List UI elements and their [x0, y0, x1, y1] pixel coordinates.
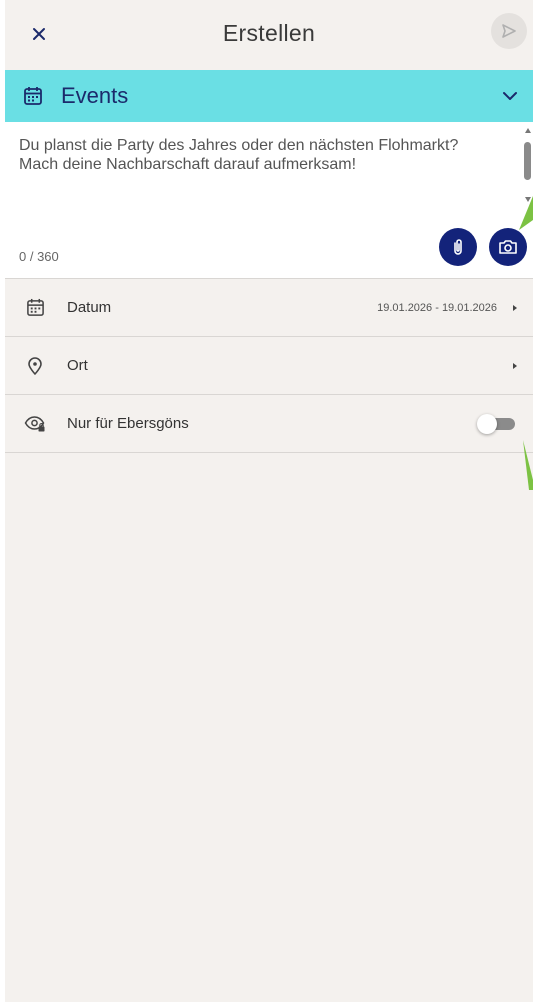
toggle-thumb [477, 413, 497, 434]
chevron-right-icon [513, 362, 517, 369]
top-bar: Erstellen [5, 0, 533, 70]
calendar-icon [24, 87, 42, 105]
chevron-down-icon[interactable] [501, 90, 519, 102]
visibility-toggle[interactable] [477, 413, 517, 434]
visibility-row: Nur für Ebersgöns [5, 394, 533, 453]
send-icon [502, 24, 516, 38]
location-pin-icon [28, 356, 42, 375]
scroll-thumb[interactable] [524, 142, 531, 180]
chevron-right-icon [513, 304, 517, 311]
compose-area: Du planst die Party des Jahres oder den … [5, 122, 533, 278]
page-title: Erstellen [222, 19, 316, 46]
location-label: Ort [67, 357, 88, 374]
message-textarea[interactable]: Du planst die Party des Jahres oder den … [19, 136, 489, 174]
category-label: Events [61, 83, 129, 108]
date-value: 19.01.2026 - 19.01.2026 [377, 301, 497, 314]
date-label: Datum [67, 299, 112, 316]
textarea-scrollbar[interactable] [523, 128, 533, 202]
camera-icon [499, 240, 517, 254]
visibility-label: Nur für Ebersgöns [67, 415, 189, 432]
scroll-up-arrow-icon[interactable] [525, 128, 531, 133]
category-selector[interactable]: Events [5, 70, 533, 122]
location-row[interactable]: Ort [5, 336, 533, 394]
close-icon [33, 28, 45, 40]
calendar-icon [26, 298, 44, 316]
send-button[interactable] [491, 13, 527, 49]
camera-button[interactable] [489, 228, 527, 266]
app-frame: Erstellen Events Du planst die Party des… [5, 0, 533, 1002]
eye-lock-icon [24, 415, 45, 431]
close-button[interactable] [23, 18, 55, 50]
paperclip-icon [454, 239, 462, 255]
tutorial-arrow-icon [519, 196, 533, 230]
character-counter: 0 / 360 [19, 249, 59, 264]
attach-file-button[interactable] [439, 228, 477, 266]
date-row[interactable]: Datum 19.01.2026 - 19.01.2026 [5, 278, 533, 336]
tutorial-arrow-icon [523, 440, 533, 490]
